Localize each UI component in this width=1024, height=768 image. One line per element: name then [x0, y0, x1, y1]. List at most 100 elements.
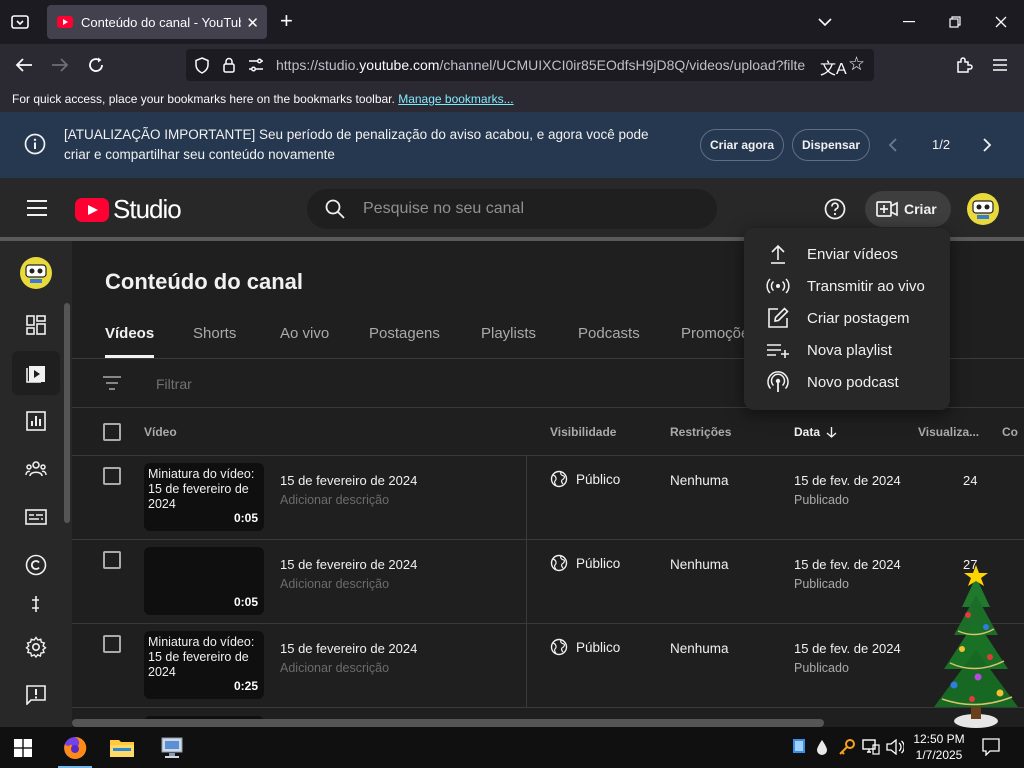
table-row[interactable]: 0:05 15 de fevereiro de 2024 Adicionar d… [72, 540, 1024, 624]
rail-content[interactable] [12, 351, 60, 395]
dashboard-icon [26, 315, 46, 335]
video-description[interactable]: Adicionar descrição [280, 577, 389, 591]
tab-live[interactable]: Ao vivo [280, 325, 329, 342]
hamburger-menu-icon[interactable] [26, 199, 48, 217]
remote-desktop-taskbar-icon[interactable] [149, 727, 195, 768]
firefox-taskbar-icon[interactable] [52, 727, 98, 768]
video-title[interactable]: 15 de fevereiro de 2024 [280, 641, 417, 656]
tray-drop-icon[interactable] [816, 739, 828, 755]
extensions-icon[interactable] [952, 53, 976, 77]
tab-videos[interactable]: Vídeos [105, 325, 155, 358]
rail-scrollbar[interactable] [64, 303, 70, 523]
info-icon [24, 133, 46, 155]
notifications-icon[interactable] [982, 738, 1000, 756]
filter-input[interactable]: Filtrar [156, 376, 192, 392]
reload-icon[interactable] [84, 53, 108, 77]
video-thumbnail[interactable]: Miniatura do vídeo: 15 de fevereiro de 2… [144, 463, 264, 531]
tab-posts[interactable]: Postagens [369, 325, 440, 342]
tracking-shield-icon[interactable] [194, 57, 210, 74]
lock-icon[interactable] [222, 57, 236, 73]
windows-start-icon[interactable] [14, 739, 32, 757]
menu-item-upload-videos[interactable]: Enviar vídeos [744, 238, 950, 270]
video-duration: 0:05 [233, 511, 258, 525]
video-title[interactable]: 15 de fevereiro de 2024 [280, 473, 417, 488]
column-date[interactable]: Data [794, 425, 837, 439]
tab-close-icon[interactable]: ✕ [246, 14, 259, 32]
column-views[interactable]: Visualiza... [918, 425, 979, 439]
visibility-cell[interactable]: Público [550, 554, 620, 572]
video-description[interactable]: Adicionar descrição [280, 493, 389, 507]
video-thumbnail[interactable]: 0:05 [144, 547, 264, 615]
tab-list-button[interactable] [8, 10, 32, 34]
forward-arrow-icon[interactable] [48, 53, 72, 77]
tab-overflow-chevron-icon[interactable] [802, 0, 848, 44]
restrictions-cell: Nenhuma [670, 557, 729, 572]
rail-copyright[interactable] [12, 543, 60, 587]
video-description[interactable]: Adicionar descrição [280, 661, 389, 675]
menu-item-go-live[interactable]: Transmitir ao vivo [744, 270, 950, 302]
banner-prev-icon[interactable] [888, 137, 898, 153]
translate-icon[interactable]: 文A [820, 55, 847, 79]
menu-item-create-post[interactable]: Criar postagem [744, 302, 950, 334]
filter-icon[interactable] [102, 375, 122, 391]
tab-playlists[interactable]: Playlists [481, 325, 536, 342]
podcast-icon [766, 370, 790, 394]
minimize-window-icon[interactable] [886, 0, 932, 44]
tab-shorts[interactable]: Shorts [193, 325, 236, 342]
table-row[interactable]: Miniatura do vídeo: 15 de fevereiro de 2… [72, 456, 1024, 540]
tray-network-icon[interactable] [862, 739, 880, 755]
tray-volume-icon[interactable] [886, 739, 904, 755]
visibility-cell[interactable]: Público [550, 470, 620, 488]
permissions-icon[interactable] [248, 58, 264, 72]
video-thumbnail[interactable]: Miniatura do vídeo: 15 de fevereiro de 2… [144, 631, 264, 699]
app-menu-icon[interactable] [988, 53, 1012, 77]
tray-key-icon[interactable] [838, 739, 856, 755]
create-now-button[interactable]: Criar agora [700, 129, 784, 161]
column-visibility[interactable]: Visibilidade [550, 425, 616, 439]
help-icon[interactable] [824, 198, 846, 220]
rail-analytics[interactable] [12, 399, 60, 443]
rail-subtitles[interactable] [12, 495, 60, 539]
browser-tab-active[interactable]: Conteúdo do canal - YouTube Studio ✕ [47, 5, 267, 39]
banner-next-icon[interactable] [982, 137, 992, 153]
create-video-icon [876, 201, 898, 217]
close-window-icon[interactable] [978, 0, 1024, 44]
clock-date: 1/7/2025 [915, 748, 963, 762]
rail-settings[interactable] [12, 625, 60, 669]
row-checkbox[interactable] [103, 551, 121, 569]
taskbar-clock[interactable]: 12:50 PM 1/7/2025 [908, 731, 970, 763]
restrictions-cell: Nenhuma [670, 641, 729, 656]
address-bar[interactable]: https://studio.youtube.com/channel/UCMUI… [186, 49, 874, 81]
new-tab-button[interactable]: + [280, 10, 293, 32]
visibility-cell[interactable]: Público [550, 638, 620, 656]
restore-window-icon[interactable] [932, 0, 978, 44]
menu-item-new-playlist[interactable]: Nova playlist [744, 334, 950, 366]
column-restrictions[interactable]: Restrições [670, 425, 731, 439]
bookmarks-toolbar: For quick access, place your bookmarks h… [0, 86, 1024, 112]
table-row[interactable]: Miniatura do vídeo: 15 de fevereiro de 2… [72, 624, 1024, 708]
manage-bookmarks-link[interactable]: Manage bookmarks... [398, 92, 513, 106]
tray-network-status-icon[interactable] [793, 739, 805, 753]
row-checkbox[interactable] [103, 467, 121, 485]
rail-earn[interactable] [12, 591, 60, 617]
row-checkbox[interactable] [103, 635, 121, 653]
search-input[interactable] [363, 198, 693, 220]
menu-item-new-podcast[interactable]: Novo podcast [744, 366, 950, 398]
channel-search[interactable] [307, 189, 717, 229]
rail-community[interactable] [12, 447, 60, 491]
file-explorer-taskbar-icon[interactable] [99, 727, 145, 768]
bookmark-star-icon[interactable]: ☆ [848, 53, 865, 76]
column-comments[interactable]: Co [1002, 425, 1018, 439]
select-all-checkbox[interactable] [103, 423, 121, 441]
account-avatar[interactable] [967, 193, 999, 225]
rail-feedback[interactable] [12, 673, 60, 717]
rail-dashboard[interactable] [12, 303, 60, 347]
back-arrow-icon[interactable] [12, 53, 36, 77]
studio-logo[interactable]: Studio [75, 194, 182, 225]
dismiss-button[interactable]: Dispensar [792, 129, 870, 161]
video-title[interactable]: 15 de fevereiro de 2024 [280, 557, 417, 572]
channel-avatar[interactable] [20, 257, 52, 289]
tab-podcasts[interactable]: Podcasts [578, 325, 640, 342]
table-horizontal-scrollbar[interactable] [72, 719, 824, 727]
create-button[interactable]: Criar [865, 191, 951, 227]
